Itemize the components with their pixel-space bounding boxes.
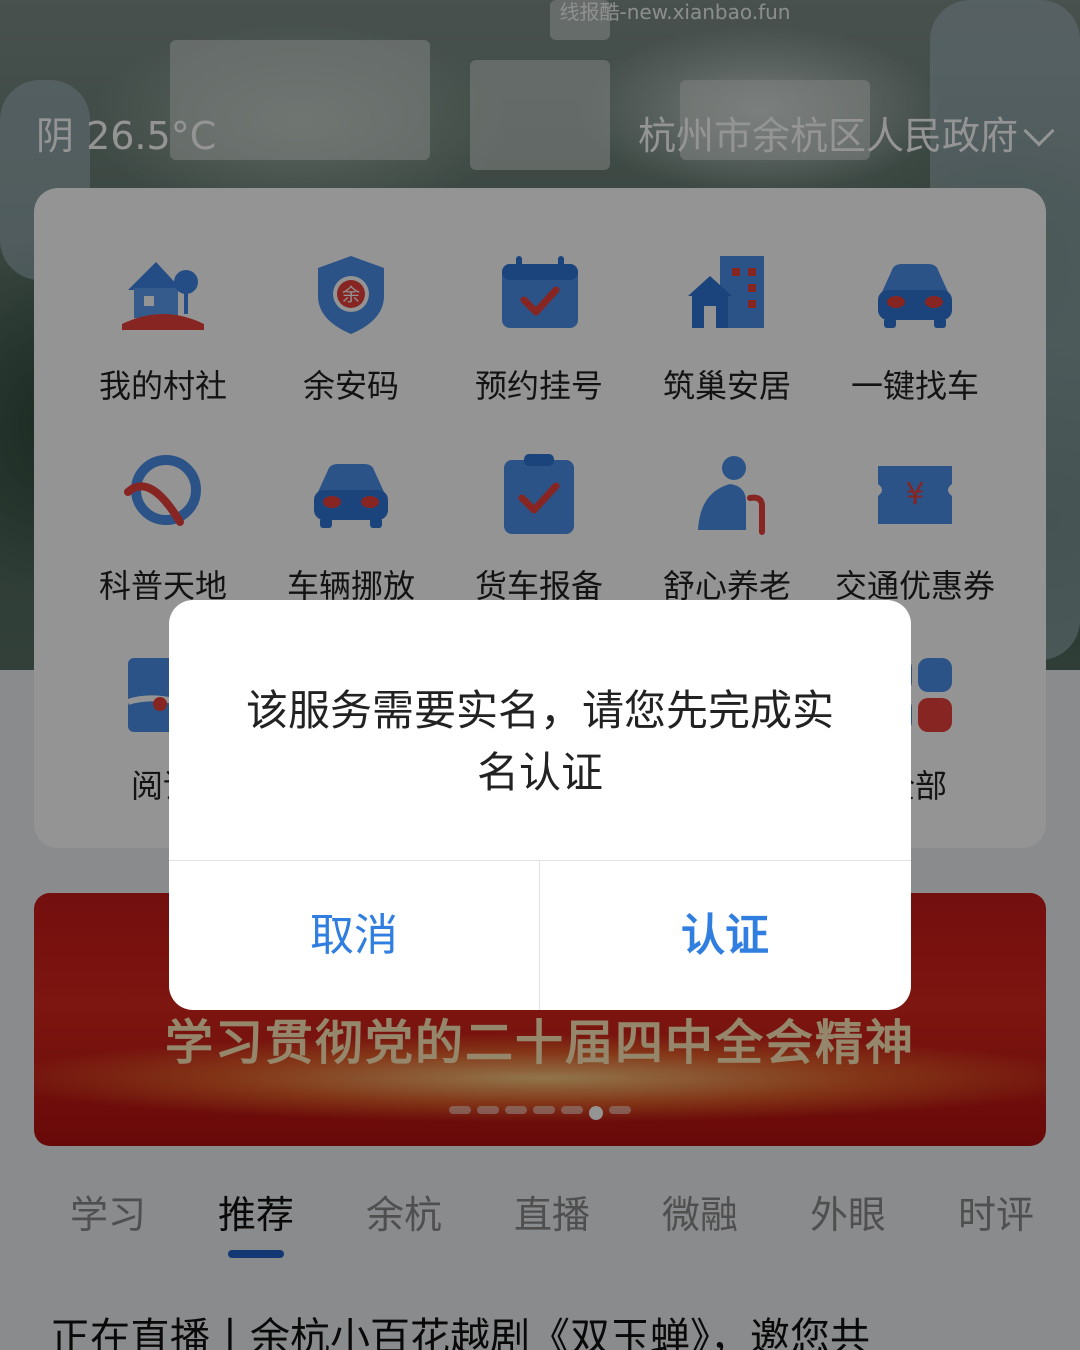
- verification-dialog: 该服务需要实名，请您先完成实名认证 取消 认证: [169, 600, 911, 1010]
- verify-button[interactable]: 认证: [540, 861, 910, 1010]
- cancel-button[interactable]: 取消: [169, 861, 539, 1010]
- dialog-message: 该服务需要实名，请您先完成实名认证: [245, 686, 834, 797]
